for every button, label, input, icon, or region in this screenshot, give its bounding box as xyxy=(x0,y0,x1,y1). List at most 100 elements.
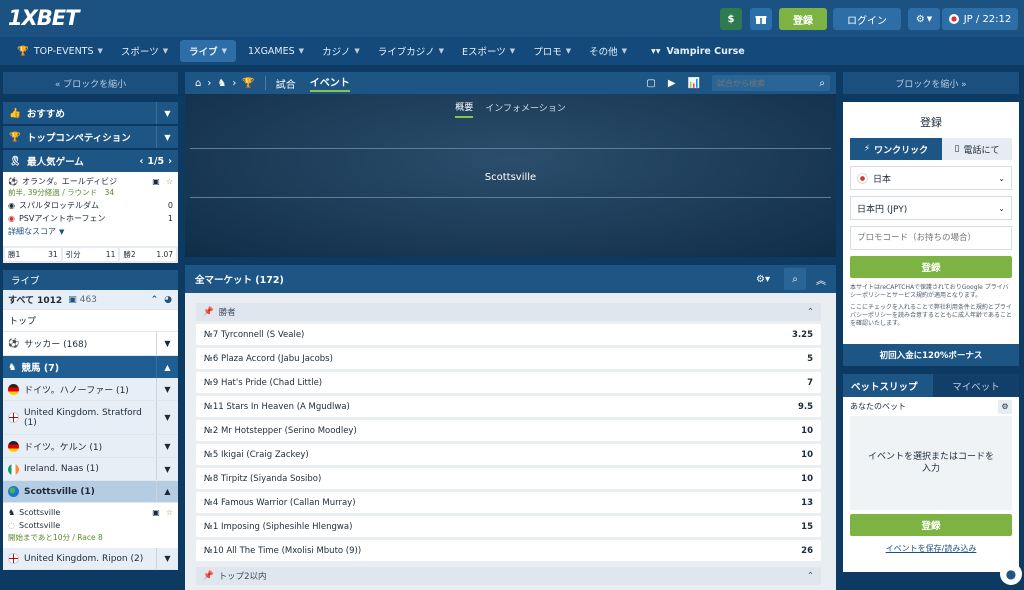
market-row[interactable]: №9 Hat's Pride (Chad Little) 7 xyxy=(196,372,821,393)
nav-label: カジノ xyxy=(322,47,351,58)
league-row[interactable]: United Kingdom. Ripon (2) ▼ xyxy=(3,548,178,570)
chevron-down-icon[interactable]: ▼ xyxy=(156,102,178,124)
collapse-block-button[interactable]: ブロックを縮小 » xyxy=(843,72,1019,94)
stats-icon[interactable]: 📊 xyxy=(688,78,700,89)
nav-esports[interactable]: Eスポーツ ▼ xyxy=(453,40,524,62)
betslip-register-button[interactable]: 登録 xyxy=(850,514,1012,536)
support-chat-icon[interactable]: ● xyxy=(1000,563,1022,585)
bonus-banner[interactable]: 初回入金に120%ボーナス xyxy=(843,344,1019,366)
chevron-down-icon[interactable]: ▼ xyxy=(156,458,178,480)
tab-match[interactable]: 試合 xyxy=(276,76,296,91)
league-label: United Kingdom. Ripon (2) xyxy=(24,553,144,564)
home-icon[interactable]: ⌂ xyxy=(195,78,201,89)
soccer-ball-icon: ⚽ xyxy=(8,338,20,349)
chevron-up-icon[interactable]: ▲ xyxy=(156,481,178,502)
trophy-icon[interactable]: 🏆 xyxy=(242,78,254,89)
pin-icon[interactable]: 📌 xyxy=(203,571,214,581)
group-winner-header[interactable]: 📌 勝者 ⌃ xyxy=(196,303,821,321)
prev-arrow-icon[interactable]: ‹ xyxy=(139,156,143,167)
popular-match-card[interactable]: ⚽ オランダ。エールディビジ ▣ ☆ 前半, 39分経過 / ラウンド 34 ◉ スパル… xyxy=(3,172,178,246)
settings-gear-icon[interactable]: ⚙ xyxy=(998,399,1012,414)
one-click-tab[interactable]: ⚡ ワンクリック xyxy=(850,138,942,160)
next-arrow-icon[interactable]: › xyxy=(168,156,172,167)
nav-vampire-curse[interactable]: ▾▾ Vampire Curse xyxy=(642,40,754,62)
video-icon[interactable]: ▣ xyxy=(152,177,160,186)
country-select[interactable]: 日本 ⌄ xyxy=(850,166,1012,190)
play-icon[interactable]: ▶ xyxy=(668,78,676,89)
top-competitions-row[interactable]: 🏆 トップコンペティション ▼ xyxy=(3,126,178,148)
tab-my-bets[interactable]: マイベット xyxy=(933,374,1019,397)
selected-league-row[interactable]: Scottsville (1) ▲ xyxy=(3,481,178,503)
search-input[interactable] xyxy=(717,78,812,88)
video-icon[interactable]: ▣ xyxy=(152,508,160,517)
pin-icon[interactable]: 📌 xyxy=(203,307,214,317)
horse-icon[interactable]: ♞ xyxy=(217,78,226,89)
chevron-down-icon[interactable]: ▼ xyxy=(156,435,178,457)
detailed-score-link[interactable]: 詳細なスコア xyxy=(8,226,56,237)
horse-racing-row[interactable]: ♞ 競馬 (7) ▲ xyxy=(3,356,178,378)
odd-button[interactable]: 勝1 31 xyxy=(5,248,61,261)
nav-top-events[interactable]: 🏆 TOP-EVENTS ▼ xyxy=(8,40,112,62)
currency-select[interactable]: 日本円 (JPY) ⌄ xyxy=(850,196,1012,220)
double-chevron-up-icon[interactable]: ⌃ xyxy=(151,295,159,305)
nav-sports[interactable]: スポーツ ▼ xyxy=(112,40,177,62)
market-row[interactable]: №7 Tyrconnell (S Veale) 3.25 xyxy=(196,324,821,345)
market-row[interactable]: №4 Famous Warrior (Callan Murray) 13 xyxy=(196,492,821,513)
star-icon[interactable]: ☆ xyxy=(166,177,173,186)
nav-casino[interactable]: カジノ ▼ xyxy=(313,40,369,62)
search-icon[interactable]: ⌕ xyxy=(819,78,825,89)
promo-code-input[interactable] xyxy=(850,226,1012,250)
logo[interactable]: 1XBET xyxy=(8,6,79,30)
nav-live-casino[interactable]: ライブカジノ ▼ xyxy=(369,40,453,62)
register-button[interactable]: 登録 xyxy=(779,8,827,30)
search-icon[interactable]: ⌕ xyxy=(784,268,806,290)
tab-information[interactable]: インフォメーション xyxy=(485,101,566,117)
nav-1xgames[interactable]: 1XGAMES ▼ xyxy=(239,40,313,62)
market-row[interactable]: №10 All The Time (Mxolisi Mbuto (9)) 26 xyxy=(196,540,821,561)
gift-icon[interactable] xyxy=(750,8,772,30)
chevron-up-icon[interactable]: ▲ xyxy=(156,356,178,378)
chevron-down-icon[interactable]: ▼ xyxy=(156,378,178,400)
recommended-row[interactable]: 👍 おすすめ ▼ xyxy=(3,102,178,124)
chevron-down-icon[interactable]: ▼ xyxy=(156,126,178,148)
widget-icon[interactable]: ▢ xyxy=(646,78,655,89)
odd-button[interactable]: 引分 11 xyxy=(62,248,119,261)
star-icon[interactable]: ☆ xyxy=(166,508,173,517)
nav-more[interactable]: その他 ▼ xyxy=(580,40,636,62)
selected-event-card[interactable]: ♞ Scottsville ▣ ☆ ◌ Scottsville 開始まであと10分 / … xyxy=(3,503,178,548)
market-row[interactable]: №1 Imposing (Siphesihle Hlengwa) 15 xyxy=(196,516,821,537)
group-top2-header[interactable]: 📌 トップ2以内 ⌃ xyxy=(196,567,821,585)
league-row[interactable]: ドイツ。ハノーファー (1) ▼ xyxy=(3,378,178,401)
soccer-row[interactable]: ⚽ サッカー (168) ▼ xyxy=(3,332,178,356)
league-row[interactable]: United Kingdom. Stratford (1) ▼ xyxy=(3,401,178,435)
dollar-icon[interactable]: $ xyxy=(720,8,742,30)
market-row[interactable]: №6 Plaza Accord (Jabu Jacobs) 5 xyxy=(196,348,821,369)
settings-gear-icon[interactable]: ⚙ ▼ xyxy=(908,8,940,30)
tab-betslip[interactable]: ベットスリップ xyxy=(843,374,933,397)
login-button[interactable]: ログイン xyxy=(833,8,901,30)
tab-overview[interactable]: 概要 xyxy=(455,100,474,118)
market-row[interactable]: №2 Mr Hotstepper (Serino Moodley) 10 xyxy=(196,420,821,441)
league-row[interactable]: ドイツ。ケルン (1) ▼ xyxy=(3,435,178,458)
chevron-down-icon[interactable]: ▼ xyxy=(156,548,178,569)
chevron-down-icon[interactable]: ▼ xyxy=(156,332,178,355)
nav-promo[interactable]: プロモ ▼ xyxy=(524,40,580,62)
settings-gear-icon[interactable]: ⚙▾ xyxy=(756,274,770,285)
register-button[interactable]: 登録 xyxy=(850,256,1012,278)
by-phone-tab[interactable]: ▯ 電話にて xyxy=(942,138,1012,160)
all-live-row[interactable]: すべて 1012 ▣ 463 ⌃ ◕ xyxy=(3,290,178,310)
market-row[interactable]: №8 Tirpitz (Siyanda Sosibo) 10 xyxy=(196,468,821,489)
collapse-all-icon[interactable]: ︽ xyxy=(810,268,832,290)
chevron-down-icon[interactable]: ▼ xyxy=(156,401,178,434)
market-row[interactable]: №11 Stars In Heaven (A Mgudlwa) 9.5 xyxy=(196,396,821,417)
league-row[interactable]: Ireland. Naas (1) ▼ xyxy=(3,458,178,481)
market-row[interactable]: №5 Ikigai (Craig Zackey) 10 xyxy=(196,444,821,465)
globe-icon[interactable]: ◕ xyxy=(164,295,172,305)
odd-button[interactable]: 勝2 1.07 xyxy=(120,248,177,261)
collapse-block-button[interactable]: « ブロックを縮小 xyxy=(3,72,178,94)
language-time-selector[interactable]: JP / 22:12 xyxy=(942,8,1018,30)
tab-event[interactable]: イベント xyxy=(309,74,350,92)
top-row[interactable]: トップ xyxy=(3,310,178,332)
save-load-events-link[interactable]: イベントを保存/読み込み xyxy=(850,543,1012,554)
nav-live[interactable]: ライブ ▼ xyxy=(180,40,237,62)
